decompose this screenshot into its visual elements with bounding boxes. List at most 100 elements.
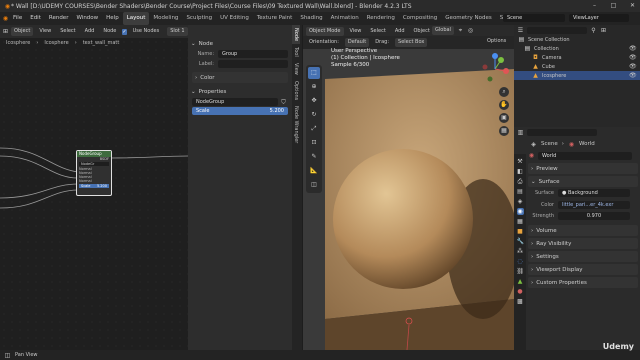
viewport-menu-select[interactable]: Select [367, 27, 388, 36]
settings-panel-header[interactable]: › Settings [528, 251, 638, 262]
tab-modeling[interactable]: Modeling [149, 12, 182, 25]
add-cube-tool-icon[interactable]: ◫ [308, 179, 320, 191]
tab-shading[interactable]: Shading [296, 12, 326, 25]
data-tab-icon[interactable]: ▲ [517, 278, 524, 285]
tab-tool[interactable]: Tool [292, 44, 300, 60]
node-group-selector[interactable]: NodeGroup [192, 98, 278, 106]
render-tab-icon[interactable]: ◧ [517, 168, 524, 175]
tab-node[interactable]: Node [292, 25, 300, 45]
tab-rendering[interactable]: Rendering [363, 12, 399, 25]
move-tool-icon[interactable]: ✥ [308, 95, 320, 107]
options-dropdown[interactable]: Options [484, 37, 509, 46]
transform-tool-icon[interactable]: ⊡ [308, 137, 320, 149]
tab-layout[interactable]: Layout [122, 12, 150, 25]
visibility-eye-icon[interactable]: 👁 [629, 54, 637, 61]
custom-properties-panel-header[interactable]: › Custom Properties [528, 277, 638, 288]
fake-user-shield-icon[interactable]: ⛉ [280, 99, 287, 106]
particles-tab-icon[interactable]: ⁂ [517, 248, 524, 255]
tab-uv-editing[interactable]: UV Editing [216, 12, 253, 25]
volume-panel-header[interactable]: › Volume [528, 225, 638, 236]
visibility-eye-icon[interactable]: 👁 [629, 72, 637, 79]
outliner-row-icosphere[interactable]: ▲ Icosphere 👁 [514, 71, 640, 80]
transform-orientation-dropdown[interactable]: Global [432, 26, 454, 35]
texture-tab-icon[interactable]: ▩ [517, 298, 524, 305]
cursor-tool-icon[interactable]: ⊕ [308, 81, 320, 93]
measure-tool-icon[interactable]: 📐 [308, 165, 320, 177]
snap-icon[interactable]: ⌖ [457, 27, 464, 34]
color-subpanel[interactable]: › Color [192, 72, 288, 83]
menu-file[interactable]: File [9, 12, 26, 25]
properties-section-header[interactable]: ⌄ Properties [188, 86, 292, 97]
select-tool-icon[interactable]: ⬚ [308, 67, 320, 79]
output-tab-icon[interactable]: ⎙ [517, 178, 524, 185]
annotate-tool-icon[interactable]: ✎ [308, 151, 320, 163]
orientation-dropdown[interactable]: Default [344, 38, 370, 47]
properties-search-input[interactable] [527, 129, 597, 136]
new-collection-icon[interactable]: ⊞ [600, 27, 607, 34]
camera-view-icon[interactable]: ▣ [499, 113, 509, 123]
world-name-field[interactable]: World [538, 151, 632, 160]
node-section-header[interactable]: ⌄ Node [188, 38, 292, 49]
material-tab-icon[interactable]: ● [517, 288, 524, 295]
outliner-row-scene-collection[interactable]: ▤ Scene Collection [514, 35, 640, 44]
tool-tab-icon[interactable]: ⚒ [517, 158, 524, 165]
modifier-tab-icon[interactable]: 🔧 [517, 238, 524, 245]
menu-edit[interactable]: Edit [26, 12, 45, 25]
tab-view[interactable]: View [292, 60, 300, 78]
visibility-eye-icon[interactable]: 👁 [629, 63, 637, 70]
node-menu-view[interactable]: View [36, 27, 54, 36]
label-field[interactable] [218, 60, 288, 68]
close-icon[interactable]: ✕ [629, 2, 636, 9]
viewlayer-selector[interactable]: ViewLayer [569, 14, 629, 22]
object-tab-icon[interactable]: ■ [517, 228, 524, 235]
strength-field[interactable]: 0.970 [558, 211, 630, 220]
outliner-row-cube[interactable]: ▲ Cube 👁 [514, 62, 640, 71]
minimize-icon[interactable]: – [591, 2, 598, 9]
scale-slider[interactable]: Scale 5.200 [192, 107, 288, 115]
collection-tab-icon[interactable]: ▦ [517, 218, 524, 225]
blender-menu-icon[interactable]: ◉ [2, 15, 9, 22]
view-layer-tab-icon[interactable]: ▤ [517, 188, 524, 195]
use-nodes-checkbox[interactable]: ✓ [122, 28, 127, 35]
tab-compositing[interactable]: Compositing [399, 12, 441, 25]
node-group-field[interactable]: NodeGr [79, 162, 109, 166]
scale-tool-icon[interactable]: ⤢ [308, 123, 320, 135]
world-tab-icon[interactable]: ◉ [516, 208, 524, 215]
tab-node-wrangler[interactable]: Node Wrangler [292, 103, 300, 146]
viewport-menu-add[interactable]: Add [392, 27, 408, 36]
navigation-gizmo[interactable] [479, 53, 511, 85]
preview-panel-header[interactable]: › Preview [528, 163, 638, 174]
grid-view-icon[interactable]: ▦ [499, 126, 509, 136]
maximize-icon[interactable]: □ [610, 2, 617, 9]
rotate-tool-icon[interactable]: ↻ [308, 109, 320, 121]
name-field[interactable]: Group [218, 50, 288, 58]
proportional-edit-icon[interactable]: ◎ [467, 27, 474, 34]
viewport-menu-view[interactable]: View [347, 27, 365, 36]
tab-animation[interactable]: Animation [327, 12, 363, 25]
scene-tab-icon[interactable]: ◈ [517, 198, 524, 205]
zoom-icon[interactable]: ⌕ [499, 87, 509, 97]
visibility-eye-icon[interactable]: 👁 [629, 45, 637, 52]
viewport-display-panel-header[interactable]: › Viewport Display [528, 264, 638, 275]
node-scale-field[interactable]: Scale 5.200 [79, 184, 109, 188]
node-menu-node[interactable]: Node [100, 27, 119, 36]
node-menu-select[interactable]: Select [57, 27, 78, 36]
menu-window[interactable]: Window [72, 12, 102, 25]
node-group-node[interactable]: NodeGroup BSDF NodeGr Normal Normal Norm… [76, 150, 112, 196]
filter-icon[interactable]: ⚲ [590, 27, 597, 34]
physics-tab-icon[interactable]: ◌ [517, 258, 524, 265]
ray-visibility-panel-header[interactable]: › Ray Visibility [528, 238, 638, 249]
color-texture-link[interactable]: little_pari...er_4k.exr [558, 200, 630, 209]
select-box-dropdown[interactable]: Select Box [395, 38, 428, 47]
pan-hand-icon[interactable]: ✋ [499, 100, 509, 110]
surface-panel-header[interactable]: ⌄ Surface [528, 176, 638, 187]
surface-shader-selector[interactable]: ● Background [558, 189, 630, 197]
properties-editor-icon[interactable]: ▥ [517, 129, 524, 136]
tab-options[interactable]: Options [292, 78, 300, 103]
menu-render[interactable]: Render [45, 12, 73, 25]
slot-dropdown[interactable]: Slot 1 [167, 27, 188, 36]
tab-geometry-nodes[interactable]: Geometry Nodes [441, 12, 495, 25]
mode-dropdown[interactable]: Object Mode [306, 27, 344, 36]
outliner-editor-icon[interactable]: ☰ [517, 27, 524, 34]
editor-type-icon[interactable]: ⊞ [3, 28, 8, 35]
